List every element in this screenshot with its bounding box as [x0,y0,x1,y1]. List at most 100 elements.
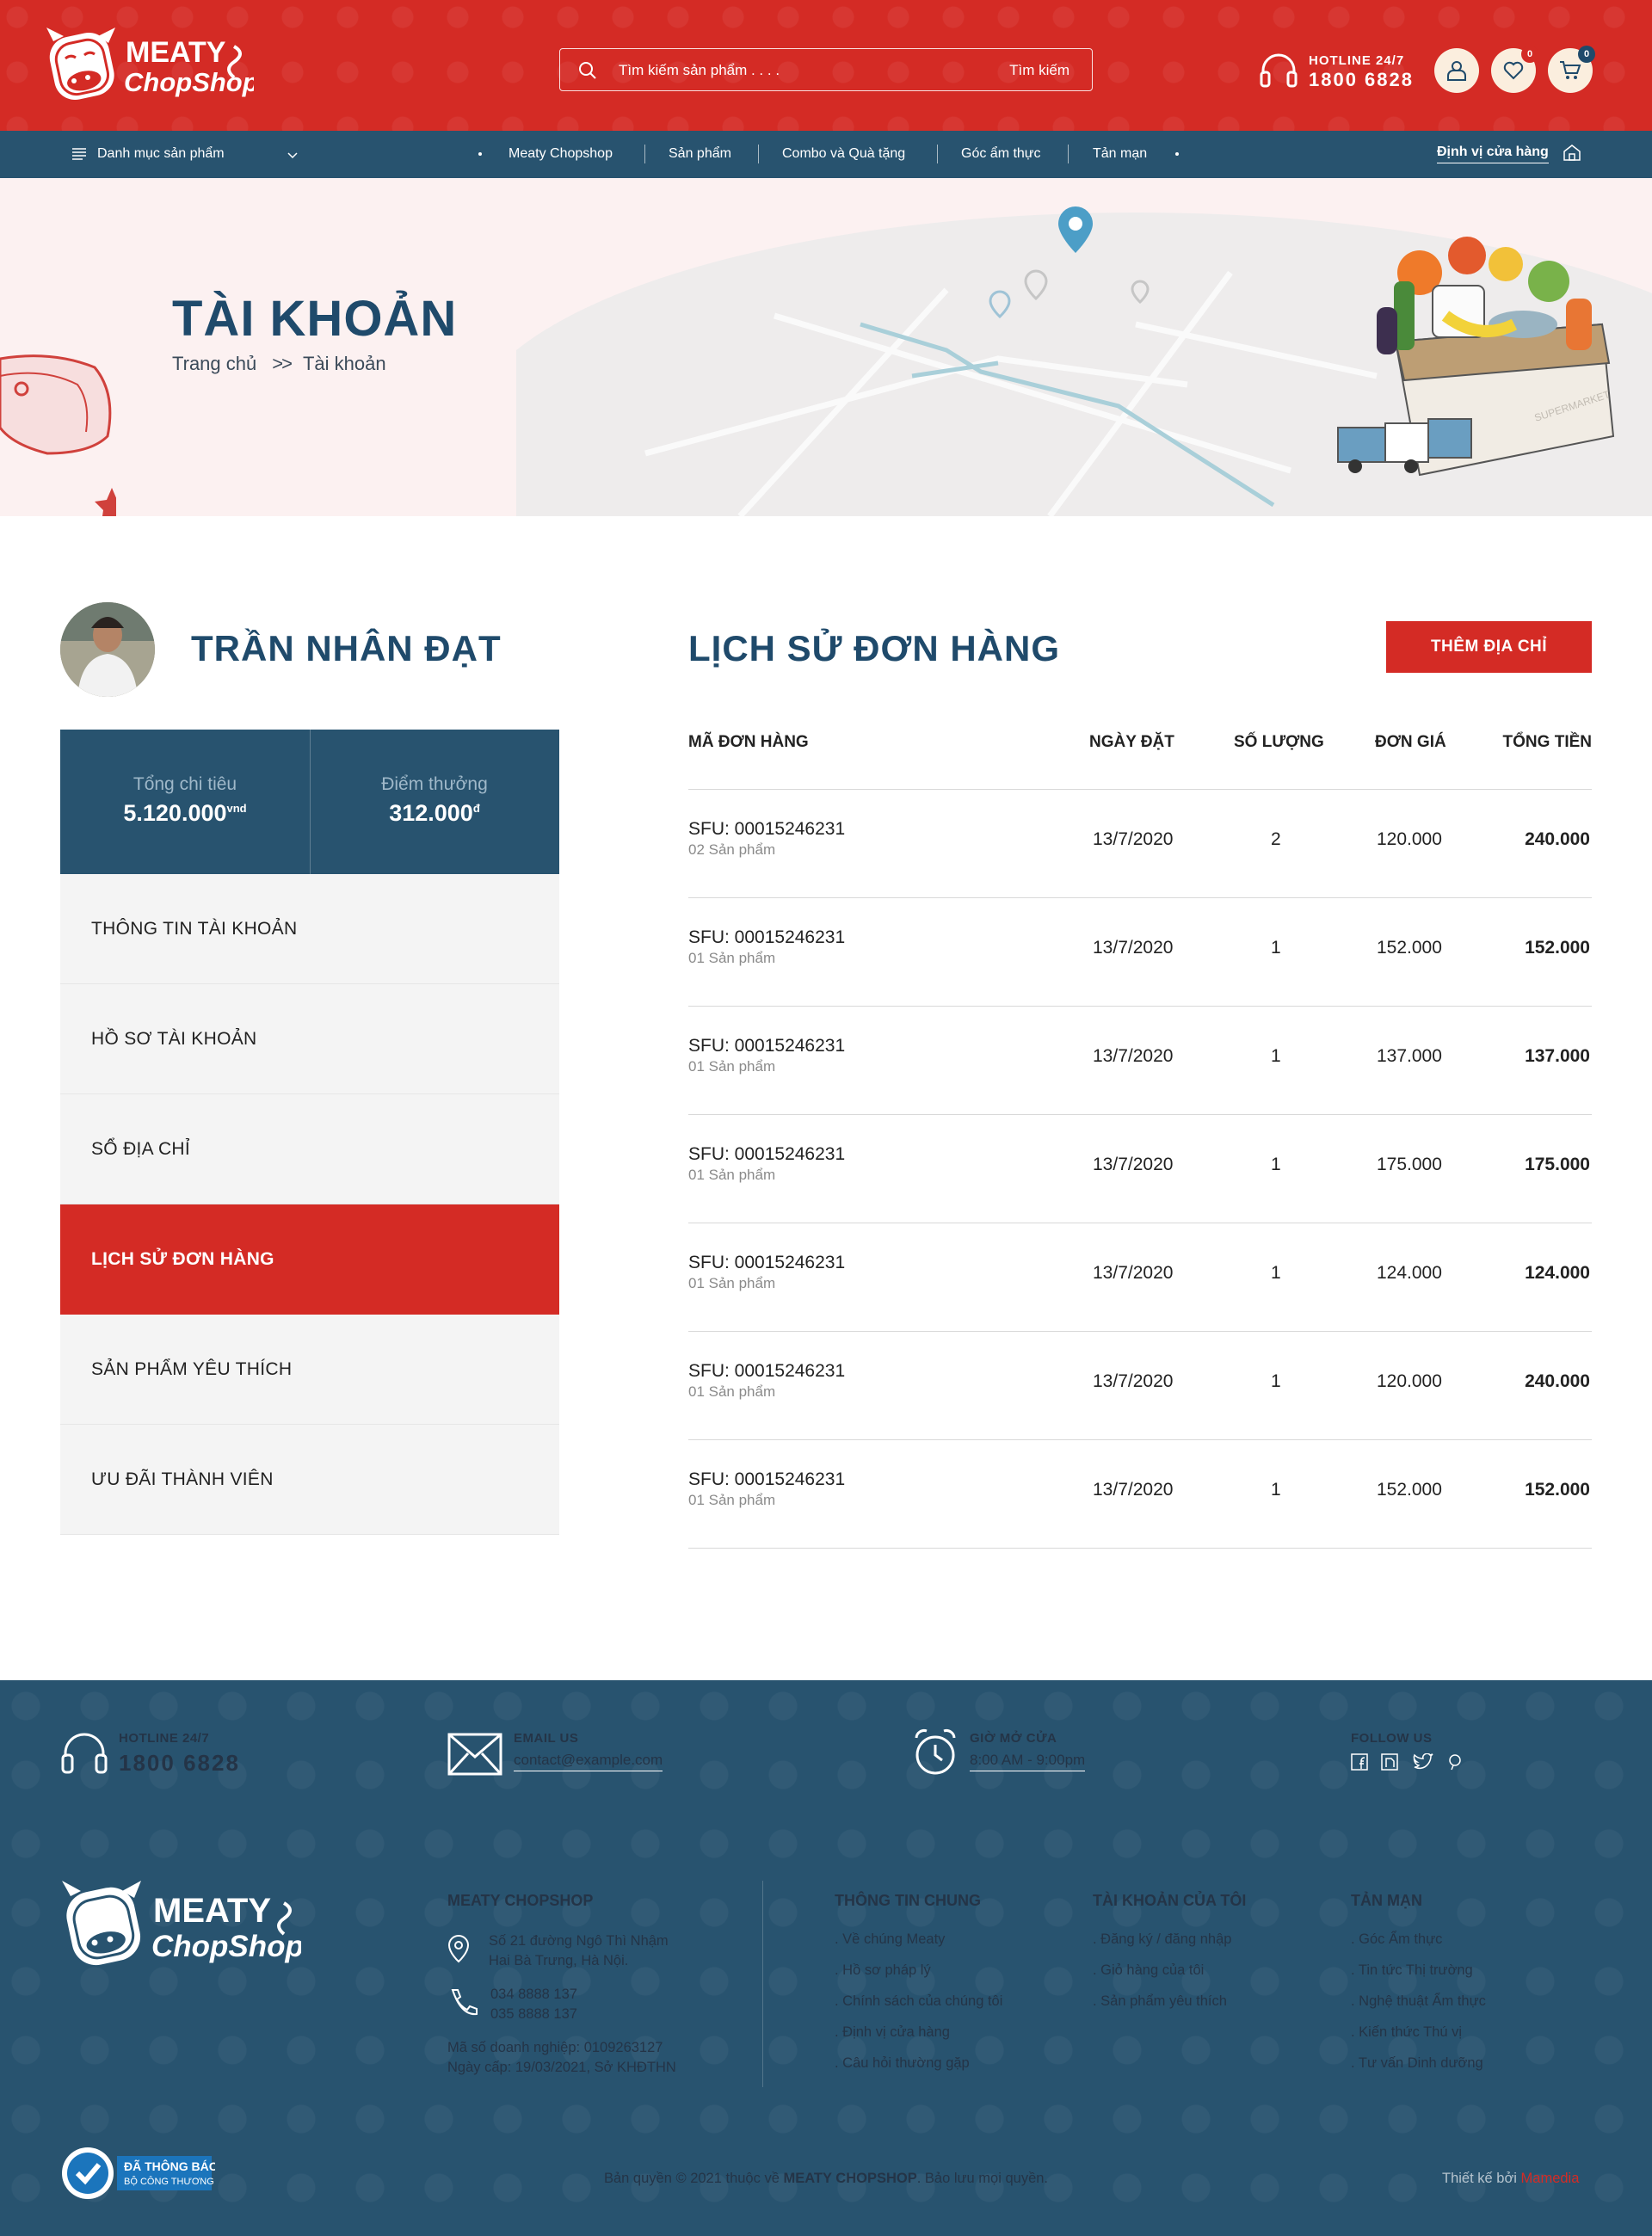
table-row[interactable]: SFU: 00015246231 01 Sản phẩm 13/7/2020 1 152… [688,1440,1592,1549]
sidebar-item-account-info[interactable]: THÔNG TIN TÀI KHOẢN [60,874,559,984]
meaty-chopshop-logo[interactable]: MEATY ChopShop [43,22,254,108]
meat-steak-illustration [0,354,116,516]
account-stats: Tổng chi tiêu 5.120.000vnd Điểm thưởng 3… [60,730,559,874]
avatar[interactable] [60,602,155,697]
headset-icon [61,1733,108,1774]
nav-dot [478,152,482,156]
order-item-count: 01 Sản phẩm [688,1275,776,1291]
footer-divider [762,1881,763,2087]
sidebar-item-favorites[interactable]: SẢN PHẨM YÊU THÍCH [60,1315,559,1425]
order-unit-price: 152.000 [1377,938,1442,958]
sidebar-item-member-offers[interactable]: ƯU ĐÃI THÀNH VIÊN [60,1425,559,1535]
footer-hotline-number[interactable]: 1800 6828 [119,1750,240,1777]
order-date: 13/7/2020 [1093,1046,1174,1066]
account-button[interactable] [1434,48,1479,93]
footer-misc-link[interactable]: . Tin tức Thị trường [1351,1962,1473,1979]
table-row[interactable]: SFU: 00015246231 01 Sản phẩm 13/7/2020 1 152… [688,898,1592,1007]
total-spent-stat: Tổng chi tiêu 5.120.000vnd [60,730,310,874]
user-name: TRẦN NHÂN ĐẠT [191,628,502,668]
footer-misc-link[interactable]: . Tư vấn Dinh dưỡng [1351,2055,1483,2072]
reward-points-stat: Điểm thưởng 312.000đ [310,730,559,874]
table-row[interactable]: SFU: 00015246231 02 Sản phẩm 13/7/2020 2 120… [688,790,1592,898]
user-icon [1447,61,1466,81]
designer-credit: Thiết kế bởi Mamedia [1442,2171,1580,2186]
order-code: SFU: 00015246231 [688,1469,846,1489]
footer-tax-date: Ngày cấp: 19/03/2021, Sở KHĐTHN [447,2060,676,2075]
footer-info-link[interactable]: . Câu hỏi thường gặp [835,2055,970,2072]
sidebar-item-address-book[interactable]: SỔ ĐỊA CHỈ [60,1094,559,1204]
col-order-code: MÃ ĐƠN HÀNG [688,733,809,751]
svg-text:ChopShop: ChopShop [151,1930,301,1963]
store-locator-link[interactable]: Định vị cửa hàng [1437,145,1581,163]
twitter-icon[interactable] [1413,1753,1433,1771]
cart-button[interactable]: 0 [1548,46,1595,93]
footer-info-link[interactable]: . Về chúng Meaty [835,1931,945,1948]
facebook-icon[interactable] [1351,1753,1368,1771]
table-header: MÃ ĐƠN HÀNG NGÀY ĐẶT SỐ LƯỢNG ĐƠN GIÁ TỔ… [688,721,1592,790]
breadcrumb-current: Tài khoản [302,353,386,374]
footer-account-link[interactable]: . Đăng ký / đăng nhập [1093,1931,1231,1948]
footer-misc-link[interactable]: . Góc Ẩm thực [1351,1931,1442,1948]
nav-item-culinary[interactable]: Góc ẩm thực [961,146,1041,162]
col-quantity: SỐ LƯỢNG [1234,733,1324,751]
footer-email-link[interactable]: contact@example.com [514,1752,663,1771]
copyright: Bản quyền © 2021 thuộc về MEATY CHOPSHOP… [603,2171,1049,2186]
total-spent-label: Tổng chi tiêu [133,774,237,794]
order-quantity: 1 [1271,1046,1281,1066]
table-row[interactable]: SFU: 00015246231 01 Sản phẩm 13/7/2020 1 120… [688,1332,1592,1440]
nav-divider [758,145,759,163]
search-button[interactable]: Tìm kiếm [1009,62,1069,79]
breadcrumb-home[interactable]: Trang chủ [172,353,256,374]
order-unit-price: 124.000 [1377,1263,1442,1283]
order-quantity: 1 [1271,1371,1281,1391]
add-address-button[interactable]: THÊM ĐỊA CHỈ [1386,621,1592,673]
footer-phone-2[interactable]: 035 8888 137 [490,2006,577,2023]
designer-link[interactable]: Mamedia [1521,2171,1580,2186]
footer-info-link[interactable]: . Định vị cửa hàng [835,2024,950,2041]
nav-item-combo-gifts[interactable]: Combo và Quà tặng [782,146,905,162]
footer-hours-value: 8:00 AM - 9:00pm [970,1752,1086,1771]
footer-phone-1[interactable]: 034 8888 137 [490,1987,577,2003]
footer-address-line1: Số 21 đường Ngô Thì Nhậm [489,1933,669,1949]
search-icon [579,62,596,79]
footer-follow-label: FOLLOW US [1351,1731,1433,1746]
search-input[interactable]: Tìm kiếm sản phẩm . . . . [619,62,780,79]
footer-info-link[interactable]: . Chính sách của chúng tôi [835,1993,1002,2010]
alarm-clock-icon [915,1729,956,1775]
section-title: LỊCH SỬ ĐƠN HÀNG [688,628,1061,668]
wishlist-button[interactable]: 0 [1491,46,1538,93]
table-row[interactable]: SFU: 00015246231 01 Sản phẩm 13/7/2020 1 124… [688,1223,1592,1332]
social-icon[interactable] [1446,1753,1464,1771]
col-total: TỔNG TIỀN [1502,733,1592,751]
page-icon[interactable] [1381,1753,1398,1771]
svg-text:MEATY: MEATY [126,36,226,69]
footer-misc-link[interactable]: . Nghệ thuật Ẩm thực [1351,1993,1486,2010]
order-unit-price: 137.000 [1377,1046,1442,1066]
table-row[interactable]: SFU: 00015246231 01 Sản phẩm 13/7/2020 1 137… [688,1007,1592,1115]
footer-address-line2: Hai Bà Trưng, Hà Nội. [489,1953,629,1968]
order-item-count: 01 Sản phẩm [688,1167,776,1183]
table-row[interactable]: SFU: 00015246231 01 Sản phẩm 13/7/2020 1 175… [688,1115,1592,1223]
total-spent-value: 5.120.000vnd [123,800,247,826]
nav-item-meaty-chopshop[interactable]: Meaty Chopshop [509,146,613,162]
search-bar[interactable]: Tìm kiếm sản phẩm . . . . Tìm kiếm [559,48,1093,91]
breadcrumb-separator: >> [272,353,293,374]
nav-item-blog[interactable]: Tản mạn [1093,146,1147,162]
footer-info-link[interactable]: . Hồ sơ pháp lý [835,1962,931,1979]
nav-item-products[interactable]: Sản phẩm [669,146,731,162]
order-total: 124.000 [1525,1263,1590,1283]
order-unit-price: 152.000 [1377,1480,1442,1500]
footer-account-link[interactable]: . Sản phẩm yêu thích [1093,1993,1227,2010]
footer-account-link[interactable]: . Giỏ hàng của tôi [1093,1962,1204,1979]
sidebar-item-account-profile[interactable]: HỒ SƠ TÀI KHOẢN [60,984,559,1094]
header-hotline[interactable]: HOTLINE 24/7 1800 6828 [1259,50,1422,93]
order-total: 152.000 [1525,1480,1590,1500]
envelope-icon [447,1733,502,1776]
hotline-number: 1800 6828 [1309,69,1414,90]
sidebar-item-order-history[interactable]: LỊCH SỬ ĐƠN HÀNG [60,1204,559,1315]
store-locator-label: Định vị cửa hàng [1437,145,1549,159]
order-total: 137.000 [1525,1046,1590,1066]
order-date: 13/7/2020 [1093,1371,1174,1391]
footer-misc-link[interactable]: . Kiến thức Thú vị [1351,2024,1462,2041]
footer-logo[interactable]: MEATY ChopShop [59,1876,301,1974]
